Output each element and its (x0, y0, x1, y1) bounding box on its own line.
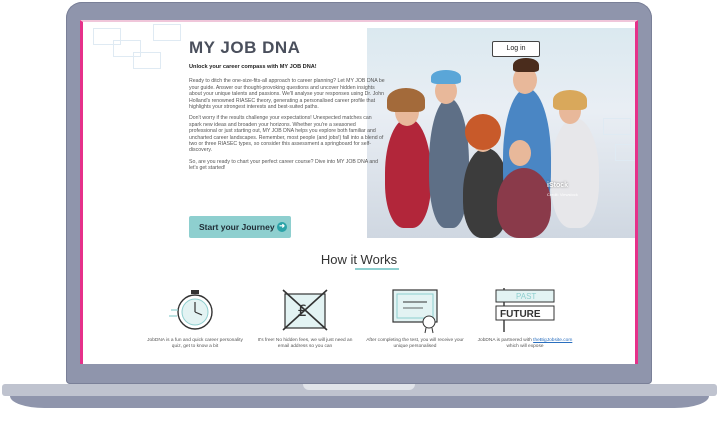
hexagon-decoration (153, 24, 181, 41)
title-underline (355, 268, 399, 270)
intro-text: Unlock your career compass with MY JOB D… (189, 64, 385, 177)
person-shape (385, 118, 431, 228)
hair-shape (465, 114, 501, 150)
hair-shape (387, 88, 425, 112)
watermark-logo: iStock (547, 182, 569, 189)
stopwatch-icon (169, 290, 213, 330)
feature-caption: JobDNA is a fun and quick career persona… (147, 338, 243, 349)
person-shape (551, 118, 599, 228)
hair-shape (513, 58, 539, 72)
caption-text: which will expose (506, 344, 544, 349)
feature-card: £ It's free! No hidden fees, we will jus… (255, 284, 355, 350)
face-shape (509, 140, 531, 166)
login-button[interactable]: Log in (492, 41, 540, 57)
intro-paragraph: So, are you ready to chart your perfect … (189, 158, 379, 172)
feature-card: After completing the test, you will rece… (365, 284, 465, 350)
watermark-credit: Credit: Viewstock (547, 192, 578, 197)
laptop-screen: iStock Credit: Viewstock MY JOB DNA Log … (80, 20, 638, 364)
certificate-icon (392, 289, 438, 334)
laptop-notch (303, 384, 415, 390)
intro-tagline: Unlock your career compass with MY JOB D… (189, 64, 317, 70)
hero-photo: iStock Credit: Viewstock (367, 28, 635, 238)
hexagon-decoration (133, 52, 161, 69)
person-shape (497, 168, 551, 238)
caption-text: JobDNA is partnered with (477, 338, 532, 343)
feature-caption: After completing the test, you will rece… (366, 338, 464, 349)
feature-caption: JobDNA is partnered with theBigJobsite.c… (475, 338, 575, 350)
start-journey-label: Start your Journey (199, 222, 275, 232)
hexagon-decoration (615, 144, 635, 161)
feature-card: JobDNA is a fun and quick career persona… (145, 284, 245, 350)
hat-shape (431, 70, 461, 84)
hexagon-decoration (603, 118, 631, 135)
site-logo[interactable]: MY JOB DNA (189, 38, 300, 58)
arrow-right-icon: ➜ (277, 222, 287, 232)
sign-past-text: PAST (516, 292, 536, 301)
start-journey-button[interactable]: Start your Journey ➜ (189, 216, 291, 238)
intro-paragraph: Don't worry if the results challenge you… (189, 115, 384, 154)
how-it-works-title: How it Works (320, 252, 398, 267)
past-future-sign-icon: PAST FUTURE (495, 288, 555, 332)
partner-link[interactable]: theBigJobsite.com (533, 338, 572, 343)
no-cost-icon: £ (282, 289, 328, 331)
intro-paragraph: Ready to ditch the one-size-fits-all app… (189, 78, 385, 111)
laptop-foot (10, 396, 709, 408)
sign-future-text: FUTURE (500, 309, 541, 320)
feature-caption: It's free! No hidden fees, we will just … (257, 338, 353, 349)
hair-shape (553, 90, 587, 110)
feature-card: PAST FUTURE JobDNA is partnered with the… (475, 284, 575, 350)
